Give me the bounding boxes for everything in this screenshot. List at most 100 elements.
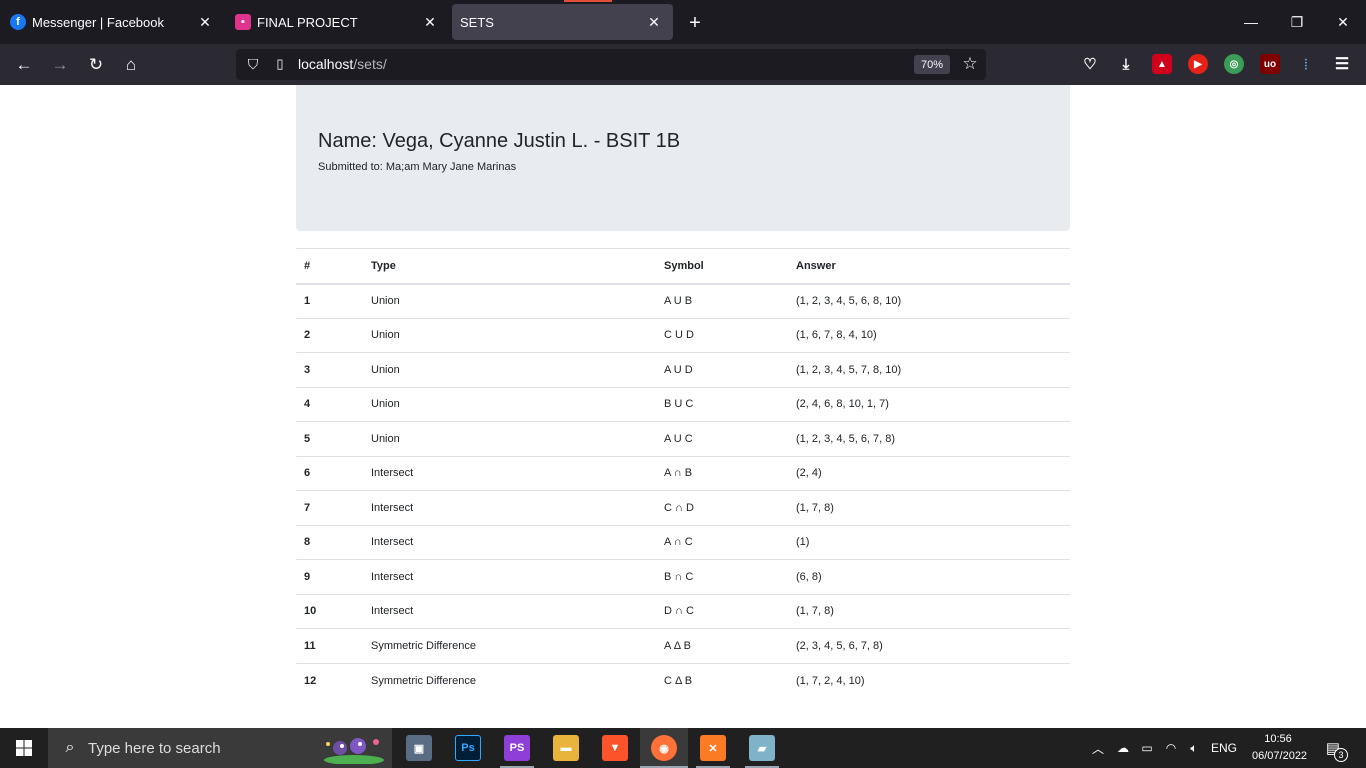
facebook-icon: f (10, 14, 26, 30)
cell-type: Union (363, 352, 656, 387)
xampp-icon[interactable]: ✕ (700, 735, 726, 761)
download-icon[interactable]: ⤓ (1116, 54, 1136, 74)
cell-answer: (1, 6, 7, 8, 4, 10) (788, 317, 1070, 353)
minimize-button[interactable]: — (1236, 10, 1266, 34)
photos-app-icon[interactable]: ▣ (406, 735, 432, 761)
tab-final-project[interactable]: ▪ FINAL PROJECT ✕ (225, 4, 449, 40)
photoshop-icon[interactable]: Ps (455, 735, 481, 761)
cell-type: Union (363, 317, 656, 353)
tab-sets[interactable]: SETS ✕ (452, 0, 673, 40)
menu-icon[interactable]: ☰ (1332, 54, 1352, 74)
volume-icon[interactable]: 🔈︎ (1185, 740, 1203, 756)
cell-answer: (2, 4) (788, 455, 1070, 491)
url-path: /sets/ (353, 56, 387, 72)
cell-type: Intersect (363, 455, 656, 491)
contact-card-icon: ▪ (235, 14, 251, 30)
ublock-icon[interactable]: uo (1260, 54, 1280, 74)
reload-button[interactable]: ↻ (83, 52, 109, 78)
close-icon[interactable]: ✕ (196, 13, 214, 31)
cell-answer: (1, 7, 8) (788, 490, 1070, 525)
shield-icon[interactable]: ⛉ (244, 55, 262, 73)
bookmark-star-icon[interactable]: ☆ (960, 54, 980, 74)
wifi-icon[interactable]: ◠ (1162, 740, 1180, 756)
youtube-extension-icon[interactable]: ▶ (1188, 54, 1208, 74)
cell-symbol: C ∩ D (656, 490, 788, 525)
cell-num: 12 (296, 662, 363, 698)
cell-answer: (1, 2, 3, 4, 5, 6, 8, 10) (788, 283, 1070, 318)
file-explorer-icon[interactable]: ▬ (553, 735, 579, 761)
table-row: 10 Intersect D ∩ C (1, 7, 8) (296, 593, 1070, 629)
phpstorm-icon[interactable]: PS (504, 735, 530, 761)
url-host: localhost (298, 56, 354, 72)
cell-type: Intersect (363, 559, 656, 594)
cell-type: Union (363, 386, 656, 422)
start-button[interactable] (0, 728, 48, 768)
table-row: 4 Union B U C (2, 4, 6, 8, 10, 1, 7) (296, 386, 1070, 422)
sets-table: # Type Symbol Answer 1 Union A U B (1, 2, 3… (296, 248, 1070, 698)
sync-extension-icon[interactable]: ◎ (1224, 54, 1244, 74)
clock[interactable]: 10:56 06/07/2022 (1252, 731, 1307, 765)
taskbar-search-box[interactable]: ⌕ Type here to search (48, 728, 392, 768)
windows-taskbar: ⌕ Type here to search ▣ Ps PS ▬ ▼ ◉ ✕ ▰ … (0, 728, 1366, 768)
browser-toolbar: ← → ↻ ⌂ ⛉ ▯ localhost/sets/ 70% ☆ ♡ ⤓ ▲ … (0, 44, 1366, 85)
table-row: 6 Intersect A ∩ B (2, 4) (296, 455, 1070, 491)
lock-extension-icon[interactable]: ▲ (1152, 54, 1172, 74)
table-header-row: # Type Symbol Answer (296, 248, 1070, 285)
cell-symbol: A U C (656, 421, 788, 456)
tab-label: FINAL PROJECT (257, 14, 358, 30)
cell-symbol: A Δ B (656, 628, 788, 663)
cell-type: Symmetric Difference (363, 628, 656, 663)
cell-num: 10 (296, 593, 363, 629)
equalizer-extension-icon[interactable]: ⦙ (1296, 54, 1316, 74)
page-icon[interactable]: ▯ (272, 56, 288, 72)
windows-logo-icon (16, 740, 32, 756)
forward-button[interactable]: → (47, 52, 73, 78)
cell-num: 8 (296, 524, 363, 560)
notification-center-icon[interactable]: ▤ 3 (1322, 737, 1348, 762)
brave-browser-icon[interactable]: ▼ (602, 735, 628, 761)
table-row: 11 Symmetric Difference A Δ B (2, 3, 4, 5, … (296, 628, 1070, 663)
page-subtitle: Submitted to: Ma;am Mary Jane Marinas (318, 161, 517, 173)
cell-answer: (1, 2, 3, 4, 5, 7, 8, 10) (788, 352, 1070, 387)
notepad-app-icon[interactable]: ▰ (749, 735, 775, 761)
table-row: 3 Union A U D (1, 2, 3, 4, 5, 7, 8, 10) (296, 352, 1070, 387)
cell-num: 11 (296, 628, 363, 663)
cell-num: 7 (296, 490, 363, 525)
new-tab-button[interactable]: + (684, 12, 706, 34)
tab-messenger[interactable]: f Messenger | Facebook ✕ (0, 4, 224, 40)
notification-count-badge: 3 (1334, 748, 1348, 762)
address-bar[interactable]: ⛉ ▯ localhost/sets/ 70% ☆ (236, 49, 986, 80)
cell-answer: (6, 8) (788, 559, 1070, 594)
cell-symbol: D ∩ C (656, 593, 788, 629)
cell-type: Intersect (363, 490, 656, 525)
cell-type: Union (363, 283, 656, 318)
search-icon: ⌕ (65, 739, 75, 756)
battery-icon[interactable]: ▭ (1138, 740, 1156, 756)
close-window-button[interactable]: ✕ (1328, 10, 1358, 34)
home-button[interactable]: ⌂ (118, 52, 144, 78)
cell-answer: (1) (788, 524, 1070, 560)
zoom-indicator[interactable]: 70% (914, 55, 950, 74)
back-button[interactable]: ← (11, 52, 37, 78)
page-title: Name: Vega, Cyanne Justin L. - BSIT 1B (318, 130, 681, 152)
cell-num: 2 (296, 317, 363, 353)
close-icon[interactable]: ✕ (421, 13, 439, 31)
tab-label: SETS (460, 14, 494, 30)
table-row: 9 Intersect B ∩ C (6, 8) (296, 559, 1070, 594)
language-indicator[interactable]: ENG (1210, 740, 1238, 756)
tab-label: Messenger | Facebook (32, 14, 164, 30)
chevron-up-icon[interactable]: ︿ (1090, 740, 1106, 756)
search-highlight-art-icon (324, 738, 384, 764)
column-header: Symbol (656, 248, 788, 285)
onedrive-cloud-icon[interactable]: ☁ (1114, 740, 1132, 756)
firefox-icon[interactable]: ◉ (651, 735, 677, 761)
column-header: Answer (788, 248, 1070, 285)
cell-type: Intersect (363, 593, 656, 629)
table-body: 1 Union A U B (1, 2, 3, 4, 5, 6, 8, 10) 2 Uni… (296, 283, 1070, 698)
close-icon[interactable]: ✕ (645, 13, 663, 31)
restore-button[interactable]: ❐ (1282, 10, 1312, 34)
pocket-icon[interactable]: ♡ (1080, 54, 1100, 74)
url-text[interactable]: localhost/sets/ (298, 56, 387, 72)
tab-sound-indicator (564, 0, 612, 2)
cell-symbol: C U D (656, 317, 788, 353)
